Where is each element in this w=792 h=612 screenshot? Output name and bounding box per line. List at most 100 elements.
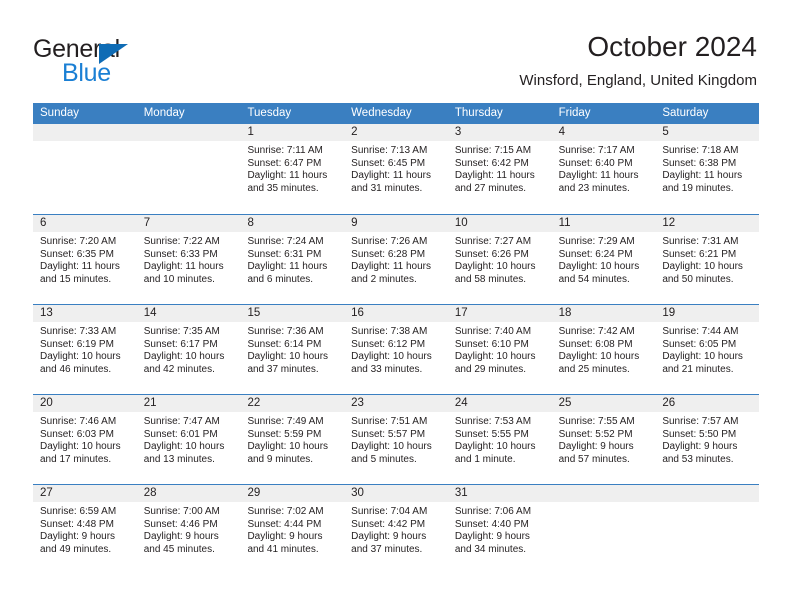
day-detail-line: Sunrise: 7:15 AM xyxy=(454,145,532,156)
day-number-band: 17 xyxy=(447,305,552,322)
day-cell-18[interactable]: 18 Sunrise: 7:42 AM Sunset: 6:08 PM Dayligh… xyxy=(551,305,656,394)
day-detail-line: and 29 minutes. xyxy=(454,363,527,375)
day-cell-4[interactable]: 4 Sunrise: 7:17 AM Sunset: 6:40 PM Daylight… xyxy=(551,124,656,214)
day-detail-line: Daylight: 10 hours xyxy=(454,351,536,363)
day-cell-15[interactable]: 15 Sunrise: 7:36 AM Sunset: 6:14 PM Dayligh… xyxy=(240,305,345,394)
day-cell-13[interactable]: 13 Sunrise: 7:33 AM Sunset: 6:19 PM Dayligh… xyxy=(33,305,137,394)
day-number: 11 xyxy=(558,217,571,229)
day-detail-line: Sunrise: 7:36 AM xyxy=(247,326,324,337)
day-number-band: 1 xyxy=(240,124,345,141)
day-number-band: 31 xyxy=(447,485,552,502)
day-cell-2[interactable]: 2 Sunrise: 7:13 AM Sunset: 6:45 PM Daylight… xyxy=(344,124,448,214)
day-cell-16[interactable]: 16 Sunrise: 7:38 AM Sunset: 6:12 PM Dayligh… xyxy=(344,305,448,394)
day-detail-line: and 50 minutes. xyxy=(662,273,734,285)
day-detail-line: Sunrise: 7:24 AM xyxy=(247,236,324,247)
day-detail-line: Sunset: 6:12 PM xyxy=(351,338,426,350)
day-detail-line: Daylight: 10 hours xyxy=(40,351,121,363)
day-cell-25[interactable]: 25 Sunrise: 7:55 AM Sunset: 5:52 PM Dayligh… xyxy=(551,395,656,484)
day-number-band: 27 xyxy=(33,485,137,502)
day-cell-22[interactable]: 22 Sunrise: 7:49 AM Sunset: 5:59 PM Dayligh… xyxy=(240,395,345,484)
day-detail-line: Sunrise: 7:40 AM xyxy=(454,326,532,337)
day-detail-line: Sunrise: 7:29 AM xyxy=(558,236,635,247)
day-cell-5[interactable]: 5 Sunrise: 7:18 AM Sunset: 6:38 PM Daylight… xyxy=(655,124,760,214)
day-number: 4 xyxy=(558,126,565,138)
day-cell-24[interactable]: 24 Sunrise: 7:53 AM Sunset: 5:55 PM Dayligh… xyxy=(447,395,552,484)
day-number: 22 xyxy=(247,397,261,409)
day-detail-line: and 41 minutes. xyxy=(247,543,319,555)
day-cell-27[interactable]: 27 Sunrise: 6:59 AM Sunset: 4:48 PM Dayligh… xyxy=(33,485,137,574)
day-cell-20[interactable]: 20 Sunrise: 7:46 AM Sunset: 6:03 PM Dayligh… xyxy=(33,395,137,484)
day-cell-19[interactable]: 19 Sunrise: 7:44 AM Sunset: 6:05 PM Dayligh… xyxy=(655,305,760,394)
day-number-band: 2 xyxy=(344,124,448,141)
day-number: 19 xyxy=(662,307,676,319)
title-block: October 2024 Winsford, England, United K… xyxy=(519,30,757,92)
day-number: 21 xyxy=(143,397,157,409)
day-number-band xyxy=(33,124,137,141)
day-number-band: 10 xyxy=(447,215,552,232)
day-detail-line: Sunset: 6:08 PM xyxy=(558,338,633,350)
day-number: 31 xyxy=(454,487,468,499)
day-details xyxy=(552,502,656,506)
day-cell-23[interactable]: 23 Sunrise: 7:51 AM Sunset: 5:57 PM Dayligh… xyxy=(344,395,448,484)
day-detail-line: Sunset: 6:24 PM xyxy=(558,248,633,260)
day-detail-line: Sunrise: 7:20 AM xyxy=(40,236,117,247)
day-number-band: 3 xyxy=(447,124,552,141)
day-detail-line: and 49 minutes. xyxy=(40,543,112,555)
day-number: 25 xyxy=(558,397,572,409)
day-cell-6[interactable]: 6 Sunrise: 7:20 AM Sunset: 6:35 PM Daylight… xyxy=(33,215,137,304)
day-cell-28[interactable]: 28 Sunrise: 7:00 AM Sunset: 4:46 PM Dayligh… xyxy=(136,485,241,574)
day-detail-line: Sunset: 4:42 PM xyxy=(351,518,426,530)
day-detail-line: Daylight: 10 hours xyxy=(143,441,225,453)
day-cell-12[interactable]: 12 Sunrise: 7:31 AM Sunset: 6:21 PM Dayligh… xyxy=(655,215,760,304)
day-details: Sunrise: 7:36 AM Sunset: 6:14 PM Daylight:… xyxy=(240,322,344,376)
day-detail-line: Sunset: 5:50 PM xyxy=(662,428,737,440)
day-cell-10[interactable]: 10 Sunrise: 7:27 AM Sunset: 6:26 PM Dayligh… xyxy=(447,215,552,304)
day-detail-line: Daylight: 11 hours xyxy=(454,170,535,182)
day-number-band: 15 xyxy=(240,305,345,322)
day-details: Sunrise: 7:18 AM Sunset: 6:38 PM Daylight:… xyxy=(655,141,759,195)
day-detail-line: Sunset: 6:01 PM xyxy=(143,428,218,440)
day-details: Sunrise: 7:33 AM Sunset: 6:19 PM Daylight:… xyxy=(33,322,137,376)
day-details: Sunrise: 7:17 AM Sunset: 6:40 PM Daylight:… xyxy=(552,141,656,195)
day-detail-line: Daylight: 9 hours xyxy=(454,531,530,543)
weekday-header-monday: Monday xyxy=(143,107,185,119)
day-cell-30[interactable]: 30 Sunrise: 7:04 AM Sunset: 4:42 PM Dayligh… xyxy=(344,485,448,574)
day-detail-line: Sunset: 6:14 PM xyxy=(247,338,322,350)
day-detail-line: Sunset: 4:46 PM xyxy=(143,518,218,530)
day-cell-3[interactable]: 3 Sunrise: 7:15 AM Sunset: 6:42 PM Daylight… xyxy=(447,124,552,214)
day-cell-empty xyxy=(33,124,137,214)
day-details: Sunrise: 7:57 AM Sunset: 5:50 PM Daylight:… xyxy=(655,412,759,466)
day-detail-line: and 54 minutes. xyxy=(558,273,630,285)
day-number: 8 xyxy=(247,217,254,229)
day-details: Sunrise: 7:20 AM Sunset: 6:35 PM Daylight:… xyxy=(33,232,137,286)
day-cell-8[interactable]: 8 Sunrise: 7:24 AM Sunset: 6:31 PM Daylight… xyxy=(240,215,345,304)
day-cell-7[interactable]: 7 Sunrise: 7:22 AM Sunset: 6:33 PM Daylight… xyxy=(136,215,241,304)
day-cell-26[interactable]: 26 Sunrise: 7:57 AM Sunset: 5:50 PM Dayligh… xyxy=(655,395,760,484)
day-cell-31[interactable]: 31 Sunrise: 7:06 AM Sunset: 4:40 PM Dayligh… xyxy=(447,485,552,574)
day-cell-21[interactable]: 21 Sunrise: 7:47 AM Sunset: 6:01 PM Dayligh… xyxy=(136,395,241,484)
day-details xyxy=(33,141,137,145)
day-detail-line: Sunrise: 7:38 AM xyxy=(351,326,428,337)
day-cell-11[interactable]: 11 Sunrise: 7:29 AM Sunset: 6:24 PM Dayligh… xyxy=(551,215,656,304)
day-cell-9[interactable]: 9 Sunrise: 7:26 AM Sunset: 6:28 PM Daylight… xyxy=(344,215,448,304)
day-number-band: 5 xyxy=(655,124,760,141)
day-detail-line: Sunrise: 7:26 AM xyxy=(351,236,428,247)
weekday-header-friday: Friday xyxy=(558,107,591,119)
day-number-band: 30 xyxy=(344,485,448,502)
calendar-weeks: 1 Sunrise: 7:11 AM Sunset: 6:47 PM Daylight… xyxy=(33,124,760,574)
day-number-band: 4 xyxy=(551,124,656,141)
day-cell-17[interactable]: 17 Sunrise: 7:40 AM Sunset: 6:10 PM Dayligh… xyxy=(447,305,552,394)
page-title: October 2024 xyxy=(587,31,757,62)
day-cell-1[interactable]: 1 Sunrise: 7:11 AM Sunset: 6:47 PM Daylight… xyxy=(240,124,345,214)
day-number: 5 xyxy=(662,126,669,138)
day-detail-line: Sunrise: 7:02 AM xyxy=(247,506,324,517)
day-number-band: 19 xyxy=(655,305,760,322)
day-detail-line: and 35 minutes. xyxy=(247,182,319,194)
day-cell-14[interactable]: 14 Sunrise: 7:35 AM Sunset: 6:17 PM Dayligh… xyxy=(136,305,241,394)
day-number-band xyxy=(551,485,656,502)
day-number: 20 xyxy=(40,397,53,409)
day-detail-line: Daylight: 11 hours xyxy=(247,170,328,182)
day-cell-29[interactable]: 29 Sunrise: 7:02 AM Sunset: 4:44 PM Dayligh… xyxy=(240,485,345,574)
day-number-band: 12 xyxy=(655,215,760,232)
day-number-band: 24 xyxy=(447,395,552,412)
